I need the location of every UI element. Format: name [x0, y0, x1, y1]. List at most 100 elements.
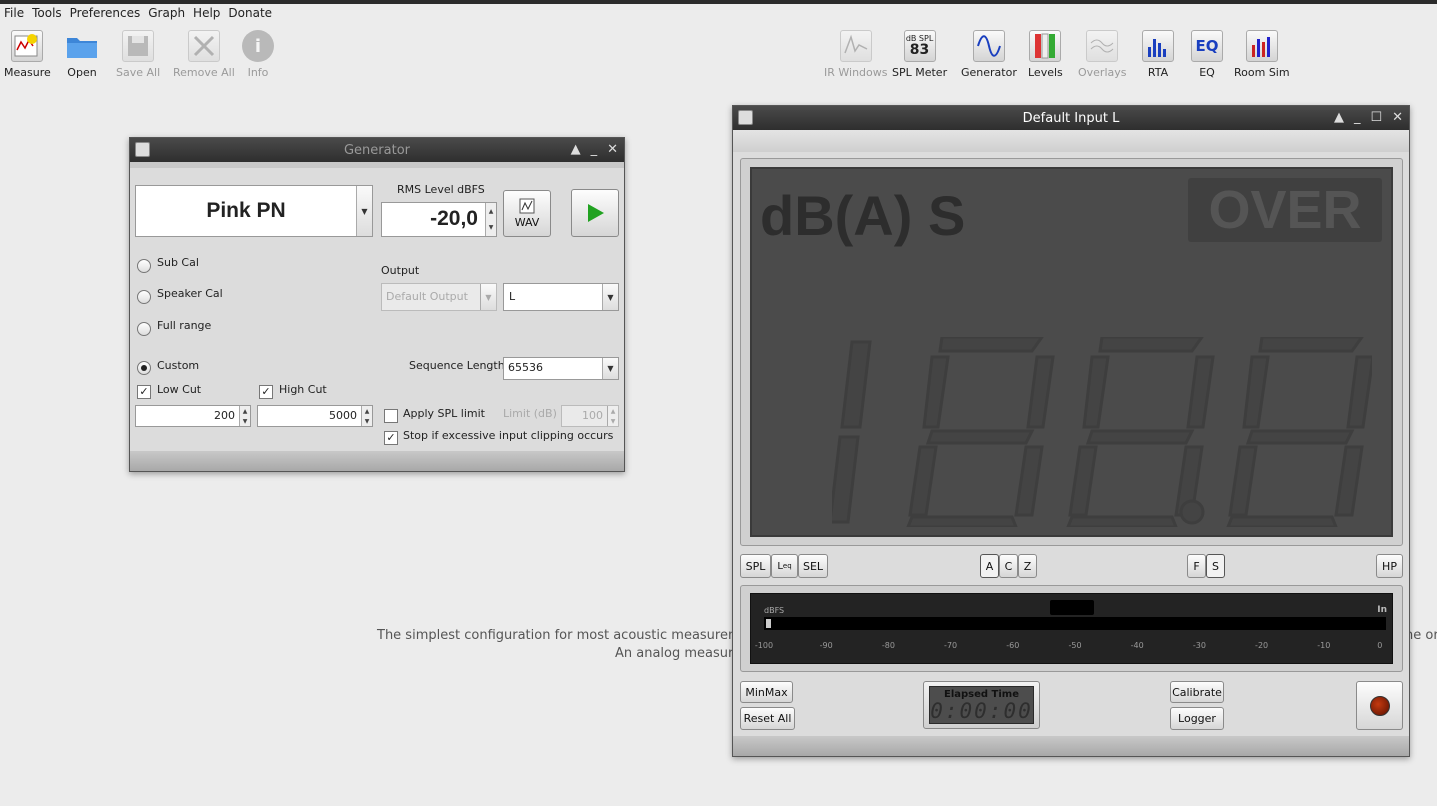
room-sim-button[interactable]: Room Sim — [1234, 30, 1290, 79]
play-button[interactable] — [571, 189, 619, 237]
speaker-cal-label: Speaker Cal — [157, 287, 223, 300]
spl-meter-button[interactable]: dB SPL 83 SPL Meter — [892, 30, 947, 79]
low-cut-checkbox[interactable]: ✓ — [137, 385, 151, 399]
overlays-label: Overlays — [1078, 66, 1127, 79]
collapse-icon[interactable]: ▲ — [1334, 110, 1344, 125]
tick-label: -10 — [1317, 641, 1331, 650]
limit-field[interactable]: 100 ▲ ▼ — [561, 405, 619, 427]
limit-value: 100 — [582, 409, 603, 422]
reset-all-button[interactable]: Reset All — [740, 707, 795, 730]
overlays-icon — [1086, 30, 1119, 62]
wav-button[interactable]: WAV — [503, 190, 551, 237]
leq-button[interactable]: Leq — [771, 554, 798, 578]
menu-bar: File Tools Preferences Graph Help Donate — [0, 4, 1437, 22]
logger-button[interactable]: Logger — [1170, 707, 1224, 730]
sequence-length-select[interactable]: 65536 ▼ — [503, 357, 619, 380]
output-device-value: Default Output — [386, 290, 468, 303]
overlays-button[interactable]: Overlays — [1078, 30, 1127, 79]
tick-label: -30 — [1192, 641, 1206, 650]
open-button[interactable]: Open — [66, 30, 98, 79]
levels-button[interactable]: Levels — [1028, 30, 1063, 79]
rms-spinner[interactable]: ▲ ▼ — [485, 203, 496, 236]
spl-meter-icon: dB SPL 83 — [903, 30, 936, 62]
lcd-digits — [832, 337, 1372, 527]
measure-icon — [11, 30, 44, 62]
lcd-display: dB(A) S OVER — [750, 167, 1393, 537]
background-hint-line1: The simplest configuration for most acou… — [377, 628, 749, 643]
room-sim-label: Room Sim — [1234, 66, 1290, 79]
output-channel-select[interactable]: L ▼ — [503, 283, 619, 311]
low-cut-field[interactable]: 200 ▲ ▼ — [135, 405, 251, 427]
minimize-icon[interactable]: _ — [591, 142, 598, 157]
remove-all-button[interactable]: Remove All — [173, 30, 235, 79]
levels-icon — [1029, 30, 1062, 62]
chevron-down-icon[interactable]: ▼ — [356, 186, 372, 236]
menu-preferences[interactable]: Preferences — [70, 6, 141, 20]
calibrate-button[interactable]: Calibrate — [1170, 681, 1224, 703]
high-cut-field[interactable]: 5000 ▲ ▼ — [257, 405, 373, 427]
low-cut-value: 200 — [214, 409, 235, 422]
weighting-c-button[interactable]: C — [999, 554, 1018, 578]
high-cut-checkbox[interactable]: ✓ — [259, 385, 273, 399]
chevron-down-icon[interactable]: ▼ — [480, 284, 496, 310]
measure-button[interactable]: Measure — [4, 30, 51, 79]
close-icon[interactable]: ✕ — [607, 142, 618, 157]
full-range-radio[interactable] — [137, 322, 151, 336]
minmax-button[interactable]: MinMax — [740, 681, 793, 703]
menu-graph[interactable]: Graph — [148, 6, 185, 20]
menu-help[interactable]: Help — [193, 6, 220, 20]
info-icon: i — [242, 30, 274, 62]
generator-label: Generator — [961, 66, 1017, 79]
collapse-icon[interactable]: ▲ — [571, 142, 581, 157]
weighting-z-button[interactable]: Z — [1018, 554, 1037, 578]
hp-button[interactable]: HP — [1376, 554, 1403, 578]
high-cut-spinner[interactable]: ▲ ▼ — [361, 406, 372, 426]
spl-button[interactable]: SPL — [740, 554, 771, 578]
rms-level-field[interactable]: -20,0 ▲ ▼ — [381, 202, 497, 237]
measure-label: Measure — [4, 66, 51, 79]
output-channel-value: L — [509, 290, 516, 303]
save-all-label: Save All — [116, 66, 161, 79]
speaker-cal-radio[interactable] — [137, 290, 151, 304]
remove-icon — [187, 30, 220, 62]
save-all-button[interactable]: Save All — [116, 30, 160, 79]
full-range-label: Full range — [157, 319, 212, 332]
output-device-select[interactable]: Default Output ▼ — [381, 283, 497, 311]
apply-spl-checkbox[interactable] — [384, 409, 398, 423]
slow-button[interactable]: S — [1206, 554, 1225, 578]
rta-icon — [1142, 30, 1174, 62]
signal-select[interactable]: Pink PN ▼ — [135, 185, 373, 237]
custom-radio[interactable] — [137, 361, 151, 375]
chevron-down-icon[interactable]: ▼ — [602, 284, 618, 310]
chevron-down-icon[interactable]: ▼ — [602, 358, 618, 379]
limit-spinner[interactable]: ▲ ▼ — [607, 406, 618, 426]
generator-window: Generator ▲ _ ✕ Pink PN ▼ RMS Level dBFS -… — [129, 137, 625, 472]
info-button[interactable]: i Info — [242, 30, 274, 79]
ir-windows-button[interactable]: IR Windows — [824, 30, 888, 79]
menu-donate[interactable]: Donate — [228, 6, 272, 20]
level-meter-frame: dBFS In -100 -90 -80 -70 -60 -50 -40 -30… — [740, 585, 1403, 672]
sub-cal-label: Sub Cal — [157, 256, 199, 269]
elapsed-time-panel: Elapsed Time 0:00:00 — [923, 681, 1040, 729]
sub-cal-radio[interactable] — [137, 259, 151, 273]
close-icon[interactable]: ✕ — [1392, 110, 1403, 125]
tick-label: -80 — [881, 641, 895, 650]
generator-button[interactable]: Generator — [961, 30, 1017, 79]
background-hint-line2: An analog measur — [615, 646, 734, 661]
menu-tools[interactable]: Tools — [32, 6, 62, 20]
sequence-length-label: Sequence Length: — [409, 359, 509, 372]
stop-clipping-checkbox[interactable]: ✓ — [384, 431, 398, 445]
record-button[interactable] — [1356, 681, 1403, 730]
low-cut-spinner[interactable]: ▲ ▼ — [239, 406, 250, 426]
sel-button[interactable]: SEL — [798, 554, 828, 578]
menu-file[interactable]: File — [4, 6, 24, 20]
rta-button[interactable]: RTA — [1142, 30, 1174, 79]
tick-label: -100 — [754, 641, 774, 650]
maximize-icon[interactable]: ☐ — [1370, 110, 1382, 125]
ir-windows-icon — [839, 30, 872, 62]
fast-button[interactable]: F — [1187, 554, 1206, 578]
eq-button[interactable]: EQ EQ — [1191, 30, 1223, 79]
meter-bar — [764, 617, 1386, 630]
minimize-icon[interactable]: _ — [1354, 110, 1361, 125]
weighting-a-button[interactable]: A — [980, 554, 999, 578]
